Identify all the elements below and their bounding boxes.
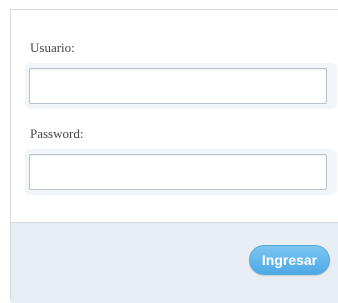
username-input[interactable] (29, 68, 327, 104)
form-footer: Ingresar (11, 222, 338, 303)
username-field-wrapper (25, 63, 337, 109)
login-panel: Usuario: Password: Ingresar (10, 9, 338, 303)
login-form: Usuario: Password: (11, 10, 338, 222)
submit-button[interactable]: Ingresar (249, 245, 330, 275)
username-label: Usuario: (30, 40, 75, 55)
password-field-wrapper (25, 149, 337, 195)
password-input[interactable] (29, 154, 327, 190)
password-label: Password: (30, 126, 84, 141)
